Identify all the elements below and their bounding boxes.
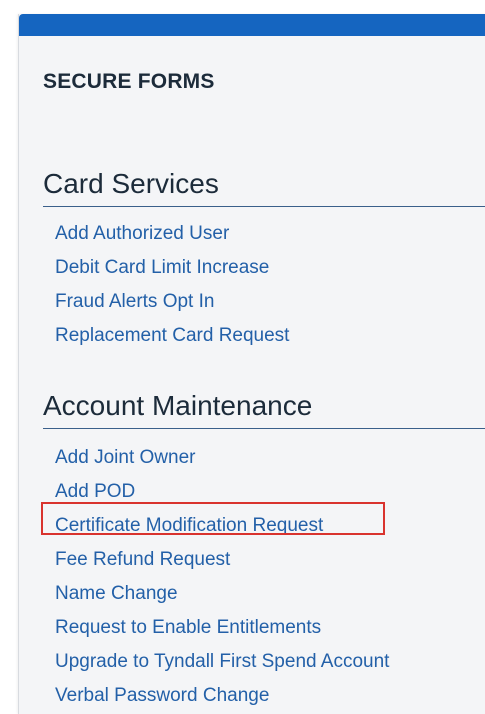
link-certificate-modification-request[interactable]: Certificate Modification Request xyxy=(55,512,389,546)
card-services-list: Add Authorized User Debit Card Limit Inc… xyxy=(55,220,289,356)
link-verbal-password-change[interactable]: Verbal Password Change xyxy=(55,682,389,714)
link-add-joint-owner[interactable]: Add Joint Owner xyxy=(55,444,389,478)
secure-forms-panel: SECURE FORMS Card Services Add Authorize… xyxy=(18,14,485,714)
link-request-to-enable-entitlements[interactable]: Request to Enable Entitlements xyxy=(55,614,389,648)
panel-header-bar xyxy=(19,14,485,36)
link-add-pod[interactable]: Add POD xyxy=(55,478,389,512)
card-services-heading: Card Services xyxy=(43,166,485,207)
link-replacement-card-request[interactable]: Replacement Card Request xyxy=(55,322,289,356)
secure-forms-title: SECURE FORMS xyxy=(43,70,215,93)
account-maintenance-list: Add Joint Owner Add POD Certificate Modi… xyxy=(55,444,389,714)
link-upgrade-to-tyndall-first-spend-account[interactable]: Upgrade to Tyndall First Spend Account xyxy=(55,648,389,682)
link-name-change[interactable]: Name Change xyxy=(55,580,389,614)
link-fee-refund-request[interactable]: Fee Refund Request xyxy=(55,546,389,580)
link-debit-card-limit-increase[interactable]: Debit Card Limit Increase xyxy=(55,254,289,288)
link-fraud-alerts-opt-in[interactable]: Fraud Alerts Opt In xyxy=(55,288,289,322)
page: SECURE FORMS Card Services Add Authorize… xyxy=(0,0,485,714)
link-add-authorized-user[interactable]: Add Authorized User xyxy=(55,220,289,254)
account-maintenance-heading: Account Maintenance xyxy=(43,388,485,429)
